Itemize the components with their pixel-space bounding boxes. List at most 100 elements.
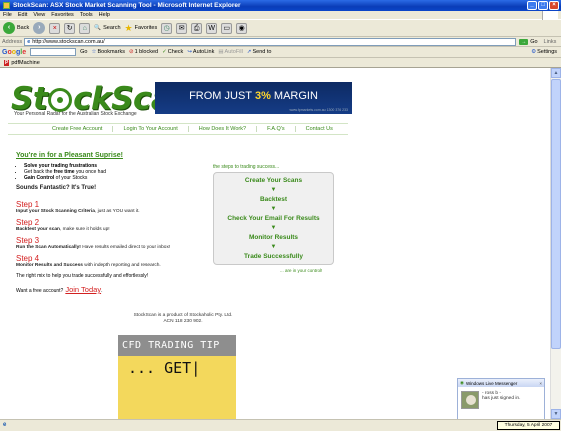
window-title: StockScan: ASX Stock Market Scanning Too… — [13, 2, 241, 9]
back-arrow-icon: ‹ — [3, 22, 15, 34]
star-icon: ☆ — [91, 49, 97, 55]
print-icon[interactable]: ⎙ — [191, 22, 203, 34]
margin-ad-banner[interactable]: FROM JUST 3% MARGIN www.fpmarkets.com.au… — [155, 82, 352, 114]
address-url: http://www.stockscan.com.au/ — [32, 38, 105, 45]
ie-status-icon: e — [3, 422, 7, 428]
close-icon[interactable]: × — [539, 381, 542, 386]
menu-tools[interactable]: Tools — [80, 12, 93, 18]
settings-icon: ⚙ — [531, 49, 537, 55]
step-3-desc: Run the Scan Automatically! Have results… — [16, 245, 171, 250]
block-icon: ⊘ — [128, 49, 134, 55]
step-2-title: Step 2 — [16, 218, 40, 227]
ie-page-icon: e — [27, 38, 31, 45]
maximize-button[interactable]: □ — [538, 1, 548, 10]
folder-icon[interactable]: ▭ — [221, 22, 233, 34]
address-input[interactable]: e http://www.stockscan.com.au/ — [24, 37, 517, 46]
menu-file[interactable]: File — [3, 12, 12, 18]
down-arrow-icon: ▼ — [270, 224, 277, 231]
links-button[interactable]: Links — [544, 39, 557, 45]
minimize-button[interactable]: _ — [527, 1, 537, 10]
step-trade: Trade Successfully — [244, 253, 303, 260]
cfd-tip-animation[interactable]: ... GET| — [118, 356, 236, 419]
menu-favorites[interactable]: Favorites — [51, 12, 74, 18]
intro-heading: You're in for a Pleasant Suprise! — [16, 152, 123, 159]
google-go-button[interactable]: Go — [80, 49, 87, 55]
join-today-link[interactable]: Join Today — [65, 285, 101, 294]
step-monitor: Monitor Results — [248, 234, 299, 241]
scroll-thumb[interactable] — [551, 79, 561, 349]
ie-app-icon — [3, 2, 10, 9]
messenger-buddy-icon: ◉ — [460, 380, 464, 385]
menu-help[interactable]: Help — [99, 12, 110, 18]
right-mix-text: The right mix to help you trade successf… — [16, 273, 149, 279]
search-label: Search — [103, 25, 121, 31]
steps-box: Create Your Scans ▼ Backtest ▼ Check You… — [213, 172, 334, 265]
favorites-star-icon: ★ — [124, 22, 133, 33]
status-bar: e — [0, 419, 561, 431]
step-1-title: Step 1 — [16, 200, 40, 209]
search-button[interactable]: 🔍 Search — [94, 25, 120, 31]
cfd-tip-header[interactable]: CFD TRADING TIP #2 — [118, 335, 236, 372]
edit-icon[interactable]: W — [206, 22, 218, 34]
avatar — [461, 391, 479, 409]
favorites-button[interactable]: ★ Favorites — [125, 23, 158, 34]
spell-check-button[interactable]: ✓ Check — [162, 49, 183, 55]
messenger-icon[interactable]: ◉ — [236, 22, 248, 34]
menu-view[interactable]: View — [33, 12, 45, 18]
google-settings-button[interactable]: ⚙ Settings — [531, 49, 557, 55]
step-3-title: Step 3 — [16, 236, 40, 245]
window-title-bar[interactable]: StockScan: ASX Stock Market Scanning Too… — [0, 0, 561, 11]
company-info: StockScan is a product of Stockaholic Pt… — [133, 313, 233, 324]
bookmarks-button[interactable]: ☆ Bookmarks — [92, 49, 125, 55]
autofill-button[interactable]: ▤ AutoFill — [218, 49, 243, 55]
vertical-scrollbar[interactable]: ▲ ▼ — [550, 68, 561, 419]
send-to-button[interactable]: ➚ Send to — [247, 49, 272, 55]
signin-message: has just signed in. — [482, 396, 521, 401]
stop-button[interactable]: × — [49, 22, 61, 34]
nav-create-account[interactable]: Create Free Account — [8, 126, 114, 132]
nav-login[interactable]: Login To Your Account — [113, 126, 189, 132]
down-arrow-icon: ▼ — [270, 186, 277, 193]
go-arrow-icon[interactable]: → — [519, 38, 529, 45]
down-arrow-icon: ▼ — [270, 243, 277, 250]
google-search-input[interactable] — [30, 48, 77, 56]
scroll-up-icon[interactable]: ▲ — [551, 68, 561, 78]
messenger-popup-header: ◉ Windows Live Messenger × — [458, 379, 544, 387]
messenger-popup[interactable]: ◉ Windows Live Messenger × - ross b - ha… — [457, 378, 545, 419]
address-label: Address — [2, 38, 23, 45]
nav-contact[interactable]: Contact Us — [296, 126, 343, 132]
close-button[interactable]: × — [549, 1, 559, 10]
banner-contact: www.fpmarkets.com.au 1300 376 233 — [289, 108, 348, 112]
pdfmachine-bar: P pdfMachine — [0, 58, 561, 68]
in-your-control-text: ... are in your control! — [280, 268, 323, 273]
window-controls: _ □ × — [527, 1, 559, 10]
nav-how-it-works[interactable]: How Does It Work? — [189, 126, 258, 132]
home-button[interactable]: ⌂ — [79, 22, 91, 34]
popup-blocked-button[interactable]: ⊘ 1 blocked — [129, 49, 158, 55]
menu-edit[interactable]: Edit — [18, 12, 27, 18]
send-icon: ➚ — [246, 49, 252, 55]
go-button[interactable]: Go — [530, 39, 537, 45]
history-icon[interactable]: ◷ — [161, 22, 173, 34]
autolink-icon: ↪ — [187, 49, 192, 55]
pdfmachine-button[interactable]: pdfMachine — [11, 60, 39, 66]
benefit-list: Solve your trading frustrations Get back… — [19, 163, 106, 181]
date-tooltip: Thursday, 5 April 2007 — [497, 421, 560, 430]
messenger-popup-body: - ross b - has just signed in. — [458, 387, 544, 413]
autolink-button[interactable]: ↪ AutoLink — [187, 49, 214, 55]
nav-faq[interactable]: F.A.Q's — [257, 126, 296, 132]
step-backtest: Backtest — [259, 196, 288, 203]
search-icon: 🔍 — [94, 25, 102, 31]
banner-percent: 3% — [255, 89, 271, 102]
pdf-icon: P — [4, 59, 10, 66]
scroll-down-icon[interactable]: ▼ — [551, 409, 561, 419]
back-button[interactable]: ‹ Back — [3, 22, 29, 34]
down-arrow-icon: ▼ — [270, 205, 277, 212]
autofill-icon: ▤ — [218, 49, 224, 55]
refresh-button[interactable]: ↻ — [64, 22, 76, 34]
list-item: Gain Control of your Stocks — [24, 175, 106, 181]
forward-button[interactable]: › — [33, 22, 46, 34]
favorites-label: Favorites — [134, 25, 158, 31]
back-label: Back — [17, 25, 30, 31]
mail-icon[interactable]: ✉ — [176, 22, 188, 34]
